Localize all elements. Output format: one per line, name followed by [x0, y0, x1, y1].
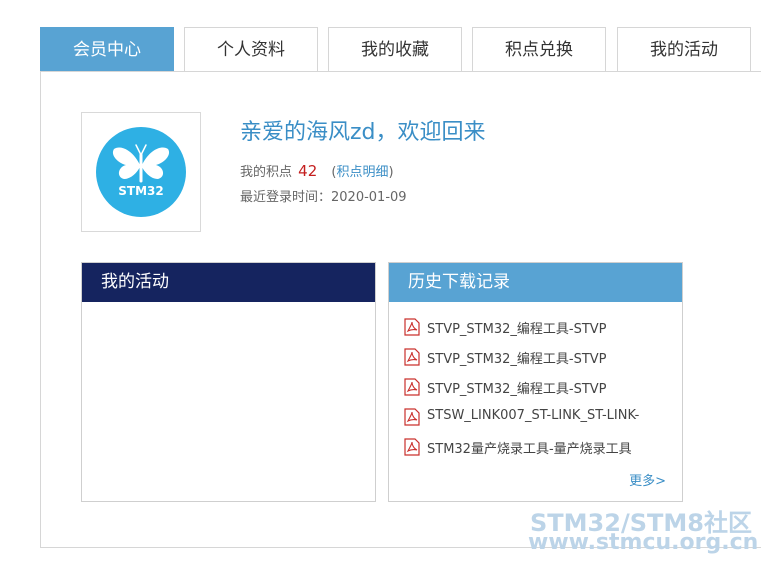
- welcome-heading: 亲爱的海风zd，欢迎回来: [240, 120, 486, 145]
- pdf-file-icon: [404, 318, 420, 336]
- download-item[interactable]: STVP_STM32_编程工具-STVP: [404, 348, 639, 378]
- last-login-line: 最近登录时间：2020-01-09: [240, 186, 407, 205]
- pdf-file-icon: [404, 348, 420, 366]
- download-history-box: 历史下载记录 STVP_STM32_编程工具-STVP STVP_STM32_编…: [388, 262, 683, 502]
- points-label: 我的积点: [240, 165, 293, 180]
- points-line: 我的积点 42 (积点明细): [240, 161, 394, 180]
- last-login-value: 2020-01-09: [331, 190, 407, 205]
- watermark-url: www.stmcu.org.cn: [528, 530, 759, 555]
- download-item[interactable]: STM32量产烧录工具-量产烧录工具: [404, 438, 639, 468]
- download-item-label: STM32量产烧录工具-量产烧录工具: [427, 442, 632, 457]
- pdf-file-icon: [404, 438, 420, 456]
- download-item-label: STVP_STM32_编程工具-STVP: [427, 322, 607, 337]
- download-item[interactable]: STVP_STM32_编程工具-STVP: [404, 378, 639, 408]
- download-list: STVP_STM32_编程工具-STVP STVP_STM32_编程工具-STV…: [404, 318, 639, 468]
- tab-points-exchange[interactable]: 积点兑换: [472, 27, 606, 72]
- avatar-logo-text: STM32: [118, 184, 164, 198]
- tab-member-center[interactable]: 会员中心: [40, 27, 174, 72]
- points-detail-link[interactable]: 积点明细: [336, 165, 388, 180]
- tab-favorites[interactable]: 我的收藏: [328, 27, 462, 72]
- last-login-label: 最近登录时间：: [240, 190, 332, 205]
- pdf-file-icon: [404, 378, 420, 396]
- download-item-label: STVP_STM32_编程工具-STVP: [427, 352, 607, 367]
- pdf-file-icon: [404, 408, 420, 426]
- my-activities-title: 我的活动: [82, 263, 375, 302]
- download-item-label: STSW_LINK007_ST-LINK_ST-LINK-: [427, 408, 640, 423]
- my-activities-box: 我的活动: [81, 262, 376, 502]
- more-link[interactable]: 更多>: [629, 470, 666, 489]
- download-item[interactable]: STSW_LINK007_ST-LINK_ST-LINK-: [404, 408, 639, 438]
- stm32-logo-icon: STM32: [96, 127, 186, 217]
- download-history-title: 历史下载记录: [389, 263, 682, 302]
- avatar[interactable]: STM32: [81, 112, 201, 232]
- paren-close: ): [388, 165, 394, 180]
- tab-my-activities[interactable]: 我的活动: [617, 27, 751, 72]
- member-center-page: 会员中心 个人资料 我的收藏 积点兑换 我的活动 STM32 亲爱的海风zd，欢…: [0, 0, 761, 563]
- download-item-label: STVP_STM32_编程工具-STVP: [427, 382, 607, 397]
- download-item[interactable]: STVP_STM32_编程工具-STVP: [404, 318, 639, 348]
- butterfly-icon: [112, 144, 170, 183]
- points-value: 42: [298, 162, 318, 180]
- tab-profile[interactable]: 个人资料: [184, 27, 318, 72]
